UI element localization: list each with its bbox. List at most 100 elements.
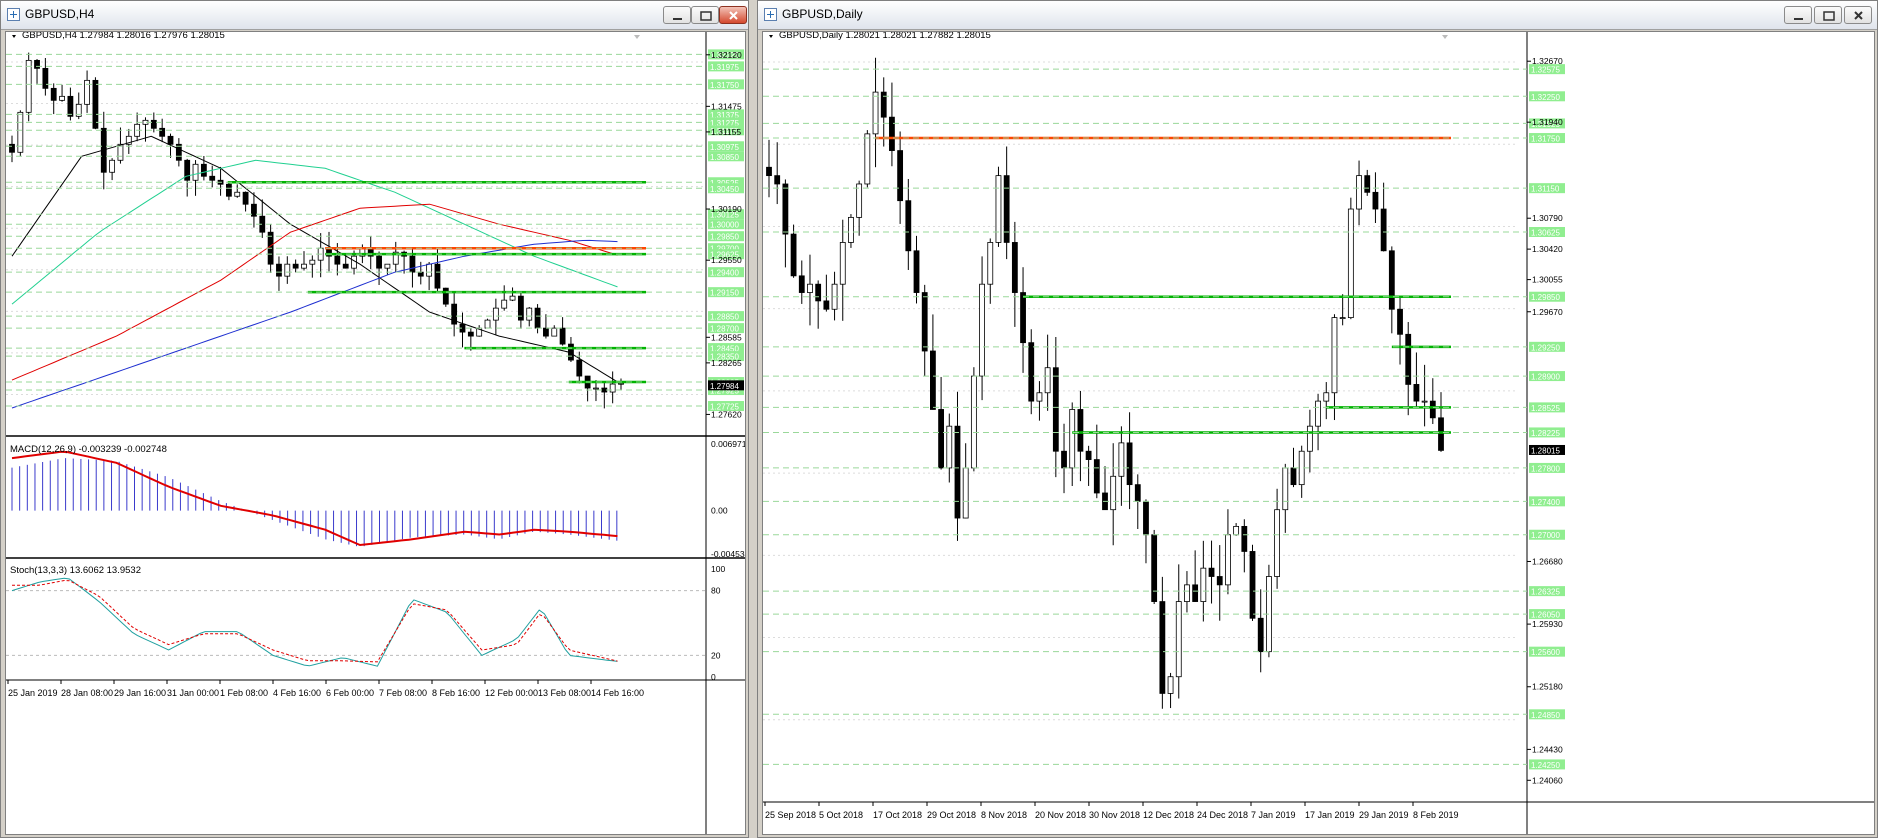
price-tick-label: 1.30420 <box>1532 244 1563 254</box>
stoch-tick-label: 80 <box>711 586 721 596</box>
level-label: 1.26325 <box>1531 588 1560 597</box>
bull-candle <box>1118 442 1125 477</box>
bear-candle <box>576 359 583 377</box>
bear-candle <box>766 166 772 177</box>
bull-candle <box>1339 317 1346 320</box>
close-button[interactable] <box>1844 6 1872 24</box>
bear-candle <box>467 331 474 337</box>
bear-candle <box>1413 384 1420 402</box>
bull-candle <box>509 295 516 301</box>
level-label: 1.29850 <box>710 233 739 242</box>
bear-candle <box>50 87 57 101</box>
bear-candle <box>1257 617 1264 653</box>
bull-candle <box>1323 392 1330 402</box>
restore-button[interactable] <box>1814 6 1842 24</box>
level-label: 1.29400 <box>710 269 739 278</box>
bear-candle <box>1438 417 1444 451</box>
bear-candle <box>251 203 257 217</box>
bear-candle <box>67 95 74 117</box>
bear-candle <box>1052 367 1059 452</box>
bull-candle <box>484 319 491 329</box>
level-label: 1.29150 <box>710 289 739 298</box>
macd-tick-label: 0.00 <box>711 506 728 516</box>
price-tick-label: 1.31475 <box>711 101 742 111</box>
bear-candle <box>815 283 822 302</box>
time-tick-label: 12 Dec 2018 <box>1143 810 1194 820</box>
daily-window-titlebar[interactable]: GBPUSD,Daily <box>758 1 1877 30</box>
bull-candle <box>618 382 624 385</box>
stoch-tick-label: 0 <box>711 672 716 682</box>
level-label: 1.28525 <box>1531 404 1560 413</box>
price-tick-label: 1.32670 <box>1532 56 1563 66</box>
stoch-signal-line <box>12 579 618 663</box>
bear-candle <box>34 59 40 69</box>
bear-candle <box>276 263 282 277</box>
bull-candle <box>1044 367 1051 394</box>
bear-candle <box>1290 467 1297 486</box>
time-tick-label: 31 Jan 00:00 <box>167 688 219 698</box>
h4-window-titlebar[interactable]: GBPUSD,H4 <box>1 1 748 30</box>
time-tick-label: 29 Jan 16:00 <box>114 688 166 698</box>
bear-candle <box>1241 525 1248 552</box>
price-tick-label: 1.29550 <box>711 255 742 265</box>
macd-signal-line <box>11 450 618 547</box>
bull-candle <box>839 242 846 285</box>
bull-candle <box>384 263 391 269</box>
price-tick-label: 1.24430 <box>1532 744 1563 754</box>
ma-blue-line <box>11 239 618 409</box>
bear-candle <box>159 127 166 137</box>
time-tick-label: 7 Feb 08:00 <box>379 688 427 698</box>
level-label: 1.31750 <box>1531 135 1560 144</box>
bull-candle <box>1233 525 1240 536</box>
bull-candle <box>1069 409 1076 469</box>
bear-candle <box>1388 250 1395 310</box>
price-tick-label: 1.30790 <box>1532 213 1563 223</box>
minimize-button[interactable] <box>663 6 691 24</box>
bear-candle <box>889 116 895 151</box>
current-price-label: 1.28015 <box>1531 446 1560 455</box>
bull-candle <box>1347 208 1354 319</box>
bull-candle <box>526 307 533 321</box>
bear-candle <box>167 135 174 145</box>
close-button[interactable] <box>719 6 747 24</box>
h4-chart-canvas[interactable]: 1.321251.319751.317501.313751.312751.311… <box>6 32 746 835</box>
bull-candle <box>426 263 433 277</box>
bull-candle <box>970 375 977 469</box>
restore-icon <box>700 11 712 21</box>
level-label: 1.29850 <box>1531 293 1560 302</box>
time-tick-label: 6 Feb 00:00 <box>326 688 374 698</box>
price-tick-label: 1.30190 <box>711 204 742 214</box>
bull-candle <box>1421 400 1428 403</box>
time-tick-label: 5 Oct 2018 <box>819 810 863 820</box>
bull-candle <box>301 263 307 269</box>
h4-chart-area[interactable]: 1.32125 1.31975 1.31750 1.31375 1.31275 1.311… <box>5 31 746 835</box>
restore-button[interactable] <box>691 6 719 24</box>
bull-candle <box>1306 425 1313 452</box>
macd-tick-label: 0.006971 <box>711 439 746 449</box>
price-tick-label: 1.30055 <box>1532 275 1563 285</box>
time-tick-label: 7 Jan 2019 <box>1251 810 1296 820</box>
time-tick-label: 25 Sep 2018 <box>765 810 816 820</box>
bear-candle <box>782 183 789 235</box>
price-tick-label: 1.27620 <box>711 409 742 419</box>
bear-candle <box>1159 601 1166 694</box>
price-tick-label: 1.31940 <box>1532 117 1563 127</box>
daily-chart-area[interactable]: 1.32575 1.32250 1.31925 1.31750 1.31150 1.306… <box>762 31 1875 835</box>
level-label: 1.30975 <box>710 143 739 152</box>
price-tick-label: 1.28585 <box>711 332 742 342</box>
price-tick-label: 1.25930 <box>1532 619 1563 629</box>
time-tick-label: 17 Jan 2019 <box>1305 810 1355 820</box>
minimize-icon <box>673 18 682 20</box>
bear-candle <box>1085 450 1092 460</box>
daily-chart-canvas[interactable]: 1.325751.322501.319251.317501.311501.306… <box>763 32 1875 835</box>
bear-candle <box>1216 576 1223 586</box>
macd-tick-label: -0.004538 <box>711 549 746 559</box>
price-tick-label: 1.25180 <box>1532 682 1563 692</box>
level-label: 1.28900 <box>1531 373 1560 382</box>
time-tick-label: 17 Oct 2018 <box>873 810 922 820</box>
chart-window-icon <box>764 8 777 21</box>
price-tick-label: 1.24060 <box>1532 775 1563 785</box>
level-label: 1.31975 <box>710 63 739 72</box>
time-tick-label: 25 Jan 2019 <box>8 688 58 698</box>
minimize-button[interactable] <box>1784 6 1812 24</box>
